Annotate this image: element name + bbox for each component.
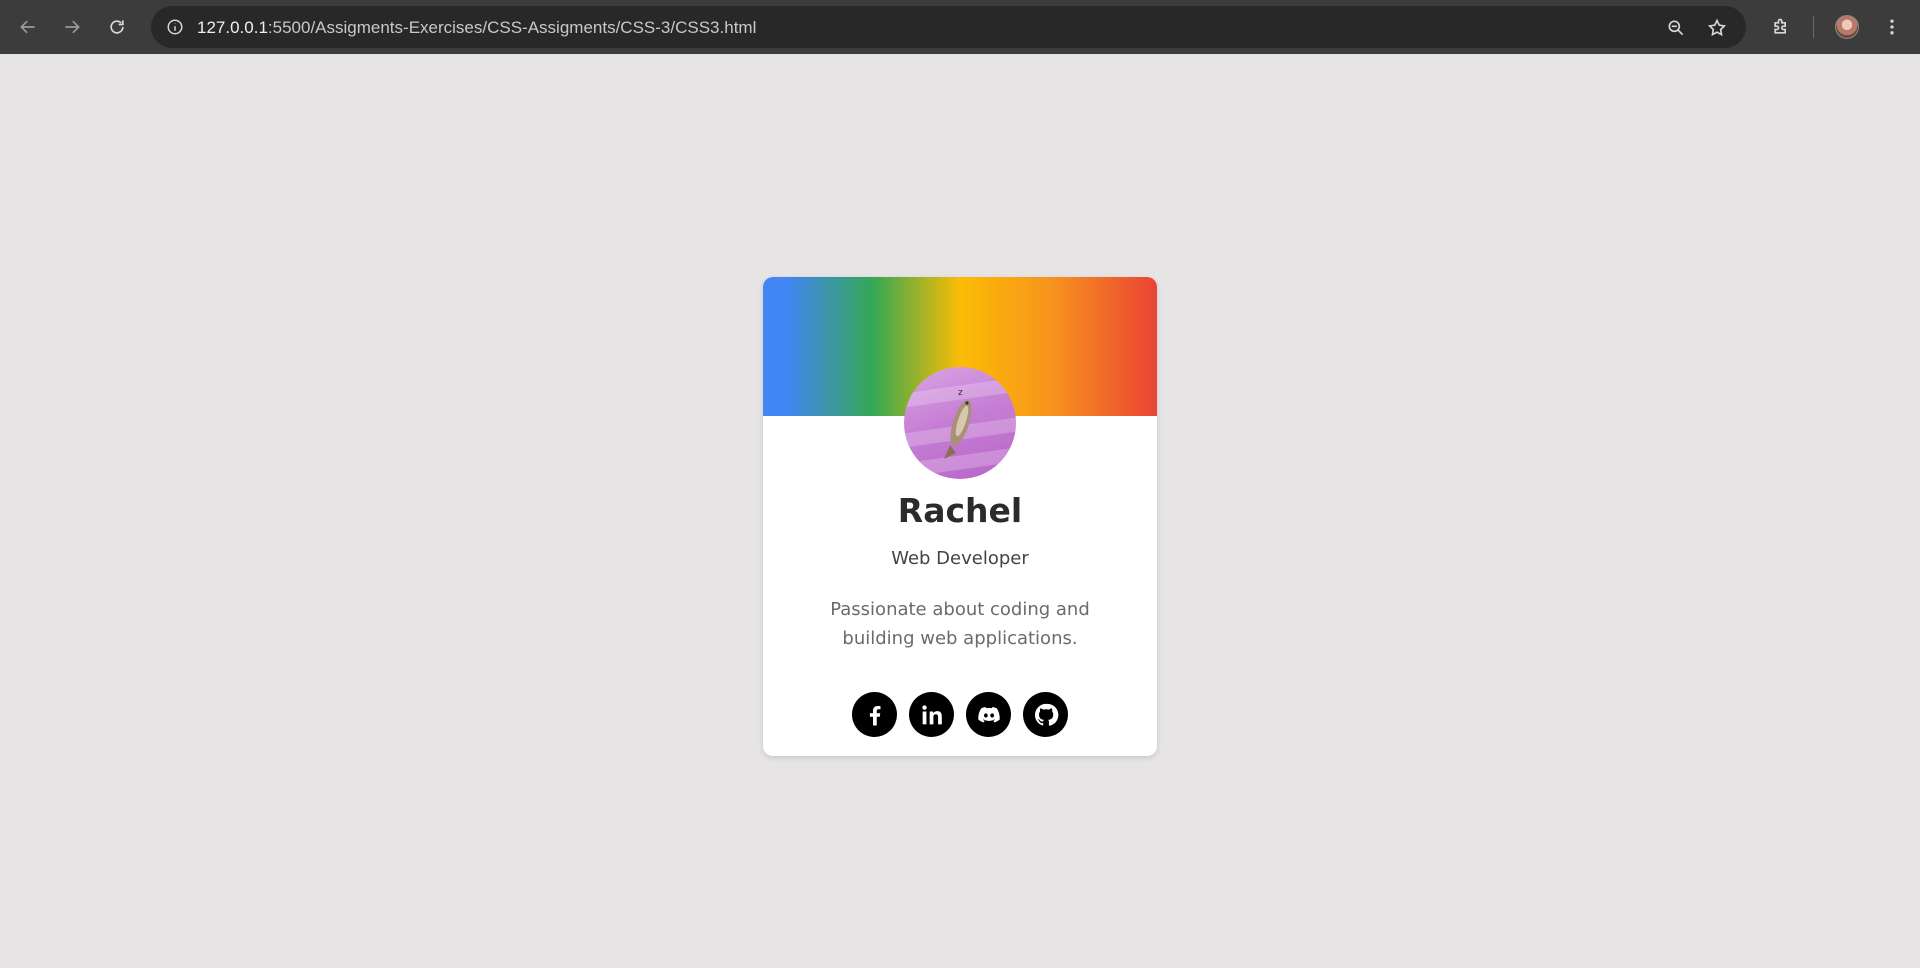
info-icon xyxy=(167,19,183,35)
site-info-button[interactable] xyxy=(161,13,189,41)
profile-picture: z xyxy=(904,367,1016,479)
url-path: :5500/Assigments-Exercises/CSS-Assigment… xyxy=(267,18,757,37)
reload-icon xyxy=(110,20,124,34)
reload-button[interactable] xyxy=(101,11,133,43)
social-links xyxy=(763,692,1157,738)
profile-bio: Passionate about coding and building web… xyxy=(830,599,1090,649)
fish-image: z xyxy=(944,388,972,459)
bookmark-button[interactable] xyxy=(1704,15,1730,41)
discord-link[interactable] xyxy=(966,692,1011,737)
facebook-link[interactable] xyxy=(852,692,897,737)
discord-icon xyxy=(977,706,1000,722)
github-link[interactable] xyxy=(1023,692,1068,737)
profile-avatar xyxy=(1835,15,1859,39)
menu-button[interactable] xyxy=(1876,11,1908,43)
svg-text:z: z xyxy=(958,388,963,398)
github-icon xyxy=(1034,703,1058,726)
zoom-icon xyxy=(1668,20,1684,36)
linkedin-link[interactable] xyxy=(909,692,954,737)
toolbar-divider xyxy=(1813,16,1814,38)
facebook-icon xyxy=(869,705,880,725)
extensions-button[interactable] xyxy=(1765,11,1797,43)
browser-toolbar: 127.0.0.1:5500/Assigments-Exercises/CSS-… xyxy=(0,0,1920,54)
zoom-button[interactable] xyxy=(1663,15,1689,41)
extensions-icon xyxy=(1774,18,1786,34)
menu-icon xyxy=(1890,19,1894,35)
url-host: 127.0.0.1 xyxy=(197,18,268,37)
url-text[interactable]: 127.0.0.1:5500/Assigments-Exercises/CSS-… xyxy=(197,18,756,38)
profile-card: z Rachel Web Developer Passionate about … xyxy=(763,277,1157,756)
profile-button[interactable] xyxy=(1831,11,1863,43)
address-bar[interactable]: 127.0.0.1:5500/Assigments-Exercises/CSS-… xyxy=(151,6,1746,48)
linkedin-icon xyxy=(921,704,942,724)
star-icon xyxy=(1707,18,1727,37)
forward-icon xyxy=(65,20,80,34)
profile-role: Web Developer xyxy=(891,548,1029,569)
back-icon xyxy=(20,20,35,34)
profile-name: Rachel xyxy=(897,491,1023,530)
back-button[interactable] xyxy=(12,11,44,43)
forward-button[interactable] xyxy=(56,11,88,43)
